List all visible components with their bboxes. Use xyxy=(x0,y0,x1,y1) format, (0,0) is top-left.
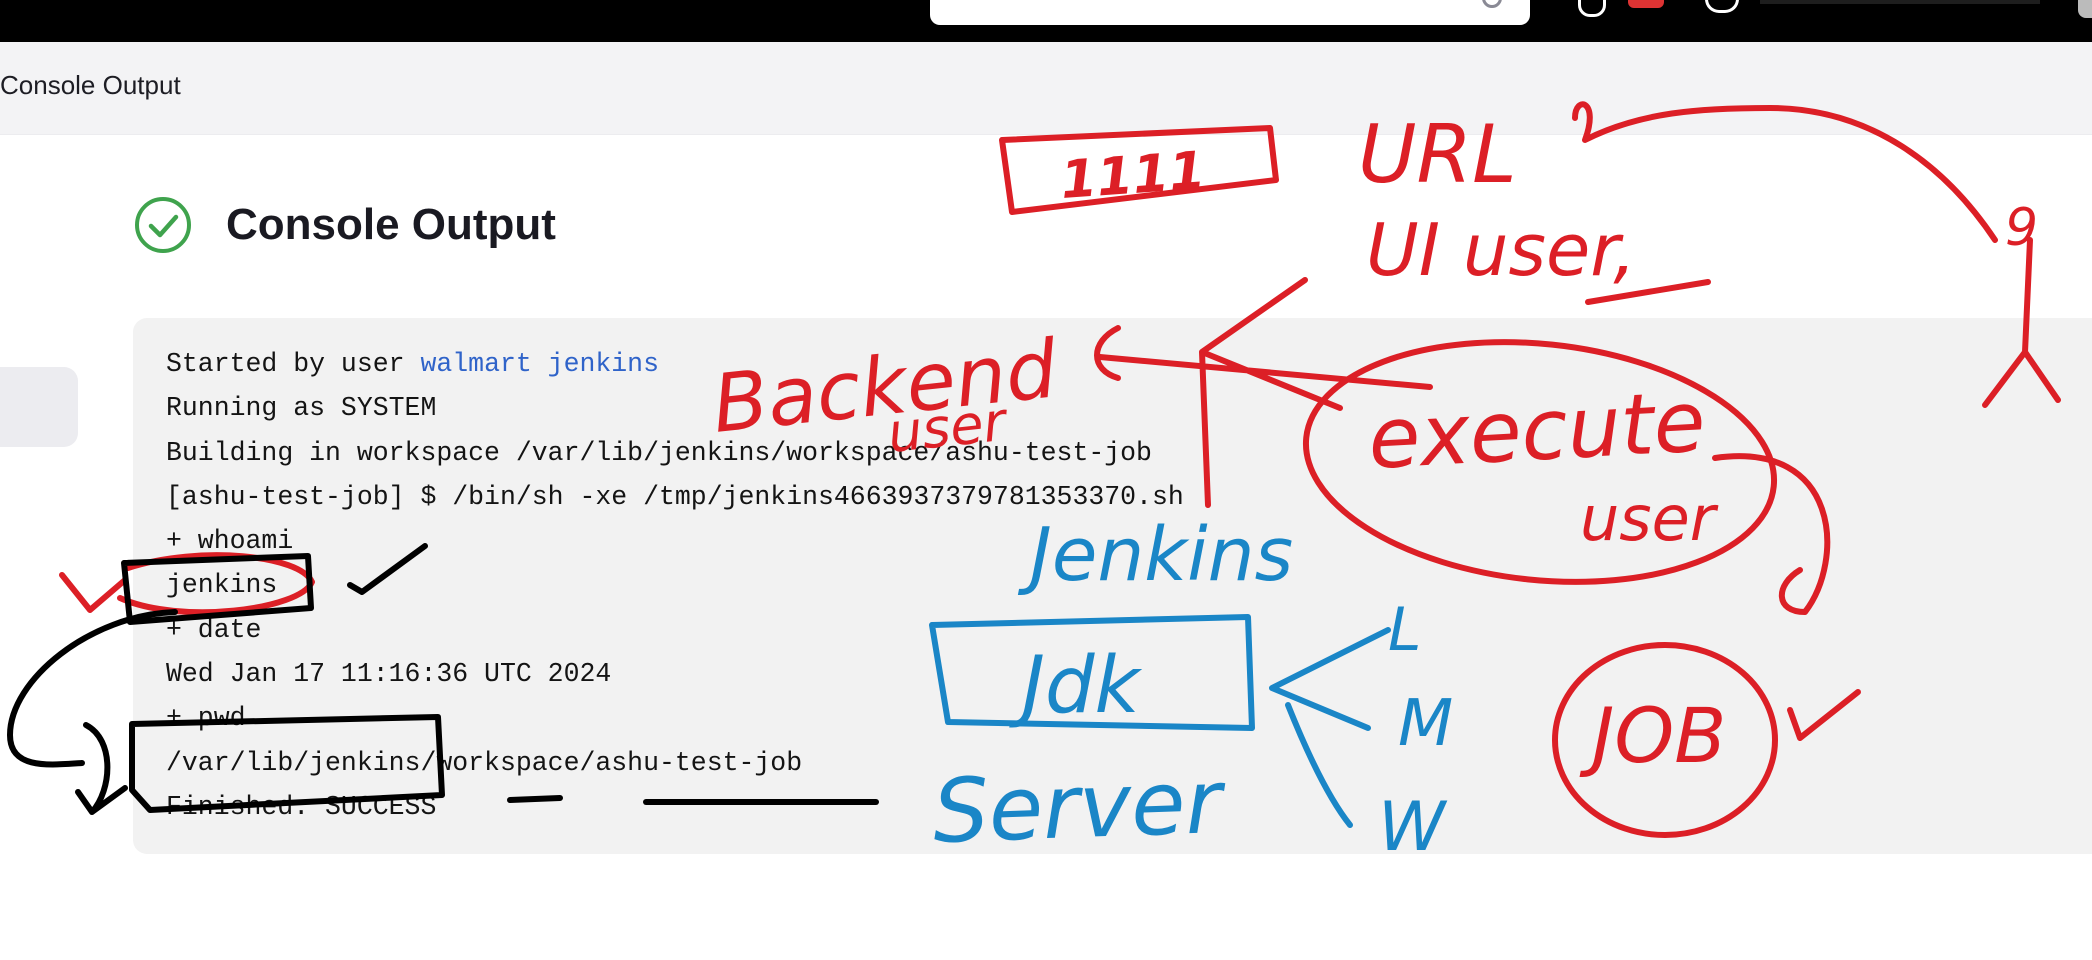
check-circle-icon xyxy=(135,197,191,253)
ui-user-label: UI user, xyxy=(1366,208,1636,292)
console-line: + pwd xyxy=(166,703,246,734)
console-line: Finished: SUCCESS xyxy=(166,791,437,822)
breadcrumb-bar xyxy=(0,42,2092,135)
breadcrumb-console-output[interactable]: Console Output xyxy=(0,70,181,101)
console-line: [ashu-test-job] $ /bin/sh -xe /tmp/jenki… xyxy=(166,481,1184,512)
console-line: + whoami xyxy=(166,526,294,557)
console-line: jenkins xyxy=(166,570,278,601)
sidebar-item[interactable] xyxy=(0,367,78,447)
toolbar-text xyxy=(1760,0,2040,4)
user-link[interactable]: walmart jenkins xyxy=(420,349,659,379)
search-icon xyxy=(1482,0,1502,8)
address-bar[interactable] xyxy=(930,0,1530,25)
ui-user-underline xyxy=(1585,279,1711,305)
console-line: /var/lib/jenkins/workspace/ashu-test-job xyxy=(166,747,803,778)
console-log: Started by user walmart jenkins Running … xyxy=(166,342,1184,829)
console-line: + date xyxy=(166,614,262,645)
console-line: Building in workspace /var/lib/jenkins/w… xyxy=(166,437,1152,468)
page-title: Console Output xyxy=(226,200,556,249)
red-check-left xyxy=(59,572,128,613)
console-line-text: Started by user xyxy=(166,349,421,379)
notification-badge[interactable] xyxy=(1628,0,1664,8)
ui-box-outline xyxy=(999,125,1279,215)
window-corner xyxy=(2078,0,2092,18)
ui-box-label: 1111 xyxy=(1059,141,1208,211)
console-line: Running as SYSTEM xyxy=(166,393,437,424)
console-line: Wed Jan 17 11:16:36 UTC 2024 xyxy=(166,659,612,690)
loop-arrow xyxy=(75,722,128,815)
shield-icon[interactable] xyxy=(1578,0,1606,17)
console-line: Started by user walmart jenkins xyxy=(166,342,1184,386)
browser-top-bar xyxy=(0,0,2092,42)
number-label: 9 xyxy=(2005,198,2038,258)
page-heading: Console Output xyxy=(134,195,556,255)
user-avatar-icon[interactable] xyxy=(1705,0,1739,13)
